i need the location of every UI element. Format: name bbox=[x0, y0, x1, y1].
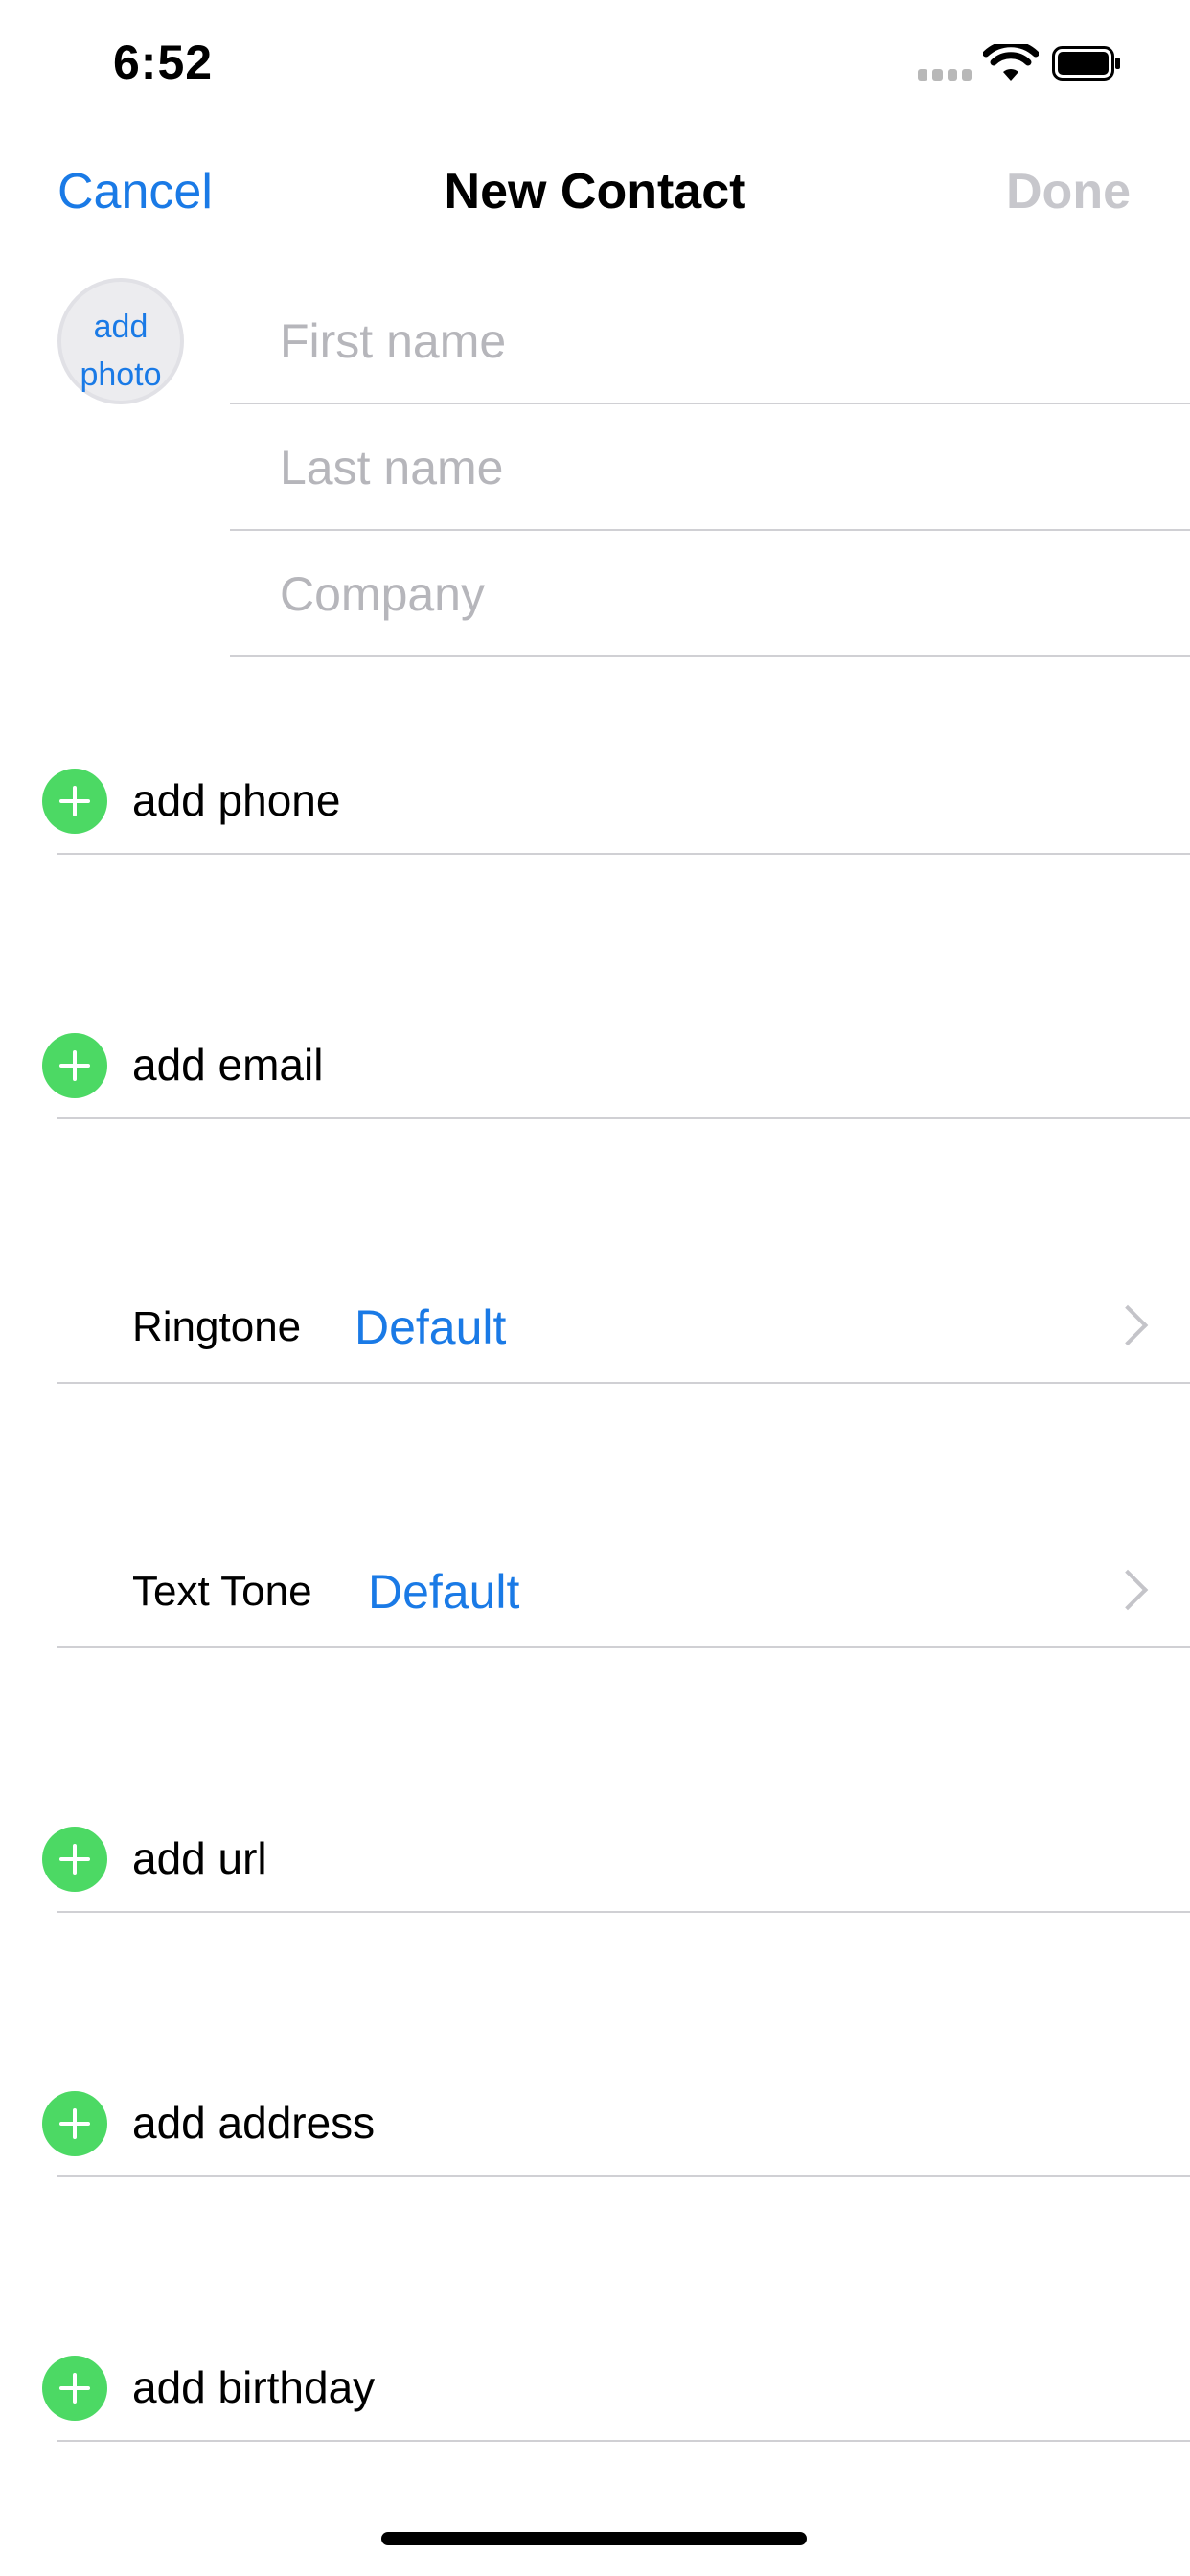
first-name-field bbox=[230, 278, 1190, 404]
ringtone-value: Default bbox=[355, 1300, 507, 1354]
add-phone-plus-icon[interactable] bbox=[42, 769, 107, 834]
done-button[interactable]: Done bbox=[1006, 163, 1131, 220]
text-tone-value: Default bbox=[368, 1565, 520, 1619]
row-separator bbox=[57, 2440, 1190, 2442]
add-photo-label: add photo bbox=[80, 309, 162, 393]
add-url-row[interactable]: add url bbox=[0, 1798, 1190, 1913]
text-tone-label: Text Tone bbox=[132, 1568, 312, 1615]
add-url-plus-icon[interactable] bbox=[42, 1827, 107, 1892]
status-time: 6:52 bbox=[113, 35, 214, 89]
add-birthday-plus-icon[interactable] bbox=[42, 2356, 107, 2421]
add-url-label: add url bbox=[132, 1833, 267, 1883]
add-phone-label: add phone bbox=[132, 775, 341, 825]
row-separator bbox=[57, 2175, 1190, 2177]
company-field bbox=[230, 531, 1190, 657]
row-separator bbox=[57, 1117, 1190, 1119]
add-email-label: add email bbox=[132, 1040, 324, 1090]
add-email-plus-icon[interactable] bbox=[42, 1033, 107, 1098]
last-name-input[interactable] bbox=[278, 433, 1144, 502]
last-name-field bbox=[230, 404, 1190, 531]
wifi-icon bbox=[983, 44, 1039, 80]
row-separator bbox=[57, 853, 1190, 855]
add-email-row[interactable]: add email bbox=[0, 1004, 1190, 1119]
cellular-signal-icon bbox=[918, 69, 972, 80]
add-phone-row[interactable]: add phone bbox=[0, 740, 1190, 855]
first-name-input[interactable] bbox=[278, 307, 1144, 376]
add-photo-button[interactable]: add photo bbox=[57, 278, 184, 404]
cancel-button[interactable]: Cancel bbox=[57, 163, 213, 220]
add-birthday-row[interactable]: add birthday bbox=[0, 2327, 1190, 2442]
add-birthday-label: add birthday bbox=[132, 2362, 376, 2412]
chevron-right-icon bbox=[1107, 1304, 1149, 1346]
chevron-right-icon bbox=[1107, 1569, 1149, 1611]
home-indicator[interactable] bbox=[381, 2532, 807, 2545]
row-separator bbox=[57, 1382, 1190, 1384]
battery-icon bbox=[1052, 46, 1120, 80]
ringtone-label: Ringtone bbox=[132, 1303, 302, 1350]
add-address-label: add address bbox=[132, 2098, 376, 2148]
company-input[interactable] bbox=[278, 560, 1144, 629]
add-address-plus-icon[interactable] bbox=[42, 2091, 107, 2156]
ringtone-row[interactable]: Ringtone Default bbox=[0, 1269, 1190, 1384]
row-separator bbox=[57, 1646, 1190, 1648]
add-address-row[interactable]: add address bbox=[0, 2062, 1190, 2177]
text-tone-row[interactable]: Text Tone Default bbox=[0, 1533, 1190, 1648]
row-separator bbox=[57, 1911, 1190, 1913]
